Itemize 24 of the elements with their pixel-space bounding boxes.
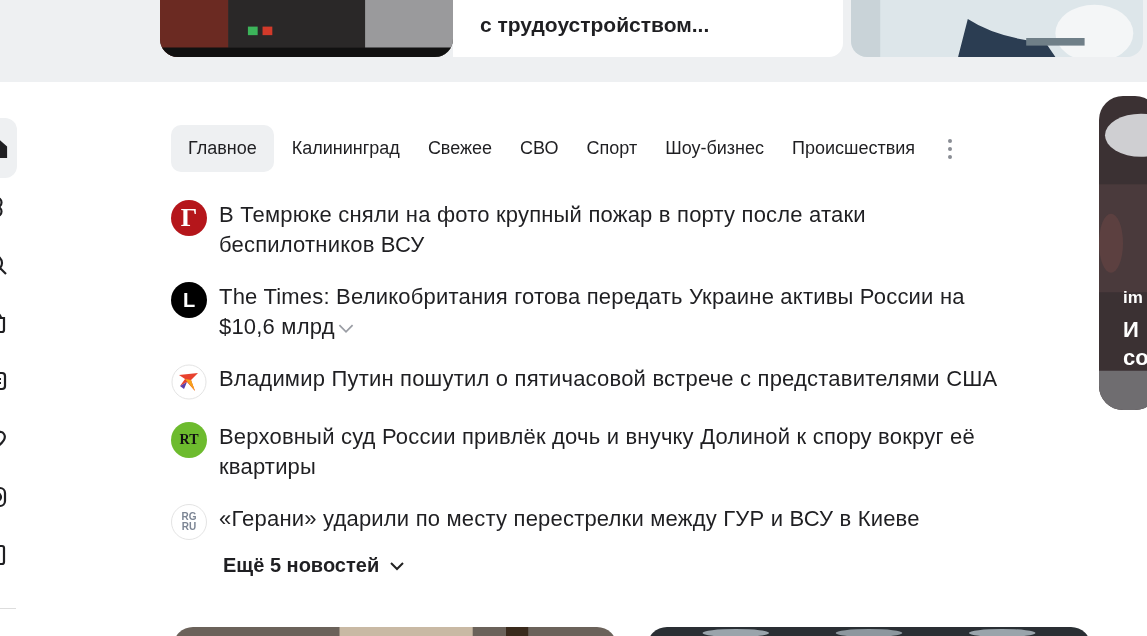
news-headline[interactable]: Владимир Путин пошутил о пятичасовой встрече с представителями США [219,364,1009,394]
bird-icon [171,364,207,400]
source-logo: RG RU [171,504,207,540]
tab[interactable]: СВО [510,125,569,172]
tab[interactable]: Главное [171,125,274,172]
more-news-button[interactable]: Ещё 5 новостей [213,548,416,583]
news-headline[interactable]: В Темрюке сняли на фото крупный пожар в порту после атаки беспилотников ВСУ [219,200,1009,260]
news-headline[interactable]: «Герани» ударили по месту перестрелки между ГУР и ВСУ в Киеве [219,504,1009,534]
news-headline[interactable]: The Times: Великобритания готова передать Украине активы России на $10,6 млрд [219,282,1009,342]
tab[interactable]: Шоу-бизнес [655,125,775,172]
tab[interactable]: Свежее [417,125,503,172]
card-title[interactable]: И [1123,316,1147,344]
news-headline[interactable]: Верховный суд России привлёк дочь и внучку Долиной к спору вокруг её квартиры [219,422,1009,482]
source-logo: L [171,282,207,318]
tab[interactable]: Калининград [281,125,410,172]
card-title[interactable]: со [1123,344,1147,372]
more-icon[interactable] [947,137,954,160]
source-logo: RT [171,422,207,458]
tab[interactable]: Происшествия [782,125,926,172]
chevron-down-icon[interactable] [336,323,355,334]
tab[interactable]: Спорт [576,125,648,172]
card-source: im [1123,288,1144,308]
source-logo: Г [171,200,207,236]
chevron-down-icon [389,560,406,571]
